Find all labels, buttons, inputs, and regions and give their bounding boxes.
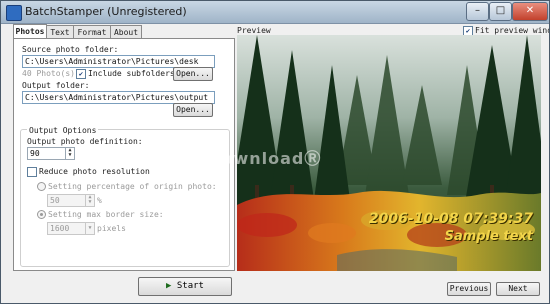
output-options-group: Output Options Output photo definition: … [20, 126, 230, 267]
spinner-arrows-icon[interactable]: ▲ ▼ [85, 195, 94, 206]
include-subfolders-label: Include subfolders [88, 69, 175, 78]
tab-format[interactable]: Format [73, 25, 111, 39]
output-options-title: Output Options [27, 126, 99, 135]
percentage-radio[interactable] [37, 182, 46, 191]
border-size-value: 1600 [50, 224, 70, 233]
definition-label: Output photo definition: [27, 137, 143, 146]
spinner-arrows-icon[interactable]: ▲ ▼ [65, 148, 74, 159]
check-icon: ✔ [78, 70, 84, 78]
previous-button[interactable]: Previous [447, 282, 491, 296]
preview-label: Preview [237, 26, 271, 35]
percentage-label: Setting percentage of origin photo: [48, 182, 217, 191]
reduce-resolution-checkbox[interactable] [27, 167, 37, 177]
definition-spinner[interactable]: 90 ▲ ▼ [27, 147, 75, 160]
reduce-resolution-label: Reduce photo resolution [39, 167, 150, 176]
include-subfolders-checkbox[interactable]: ✔ [76, 69, 86, 79]
start-button[interactable]: ▶ Start [138, 277, 232, 296]
border-size-radio[interactable] [37, 210, 46, 219]
play-icon: ▶ [166, 281, 172, 291]
app-window: BatchStamper (Unregistered) – □ ✕ Photos… [0, 0, 550, 304]
photos-panel: Source photo folder: C:\Users\Administra… [13, 38, 235, 271]
preview-area: downloadⓇ 2006-10-08 07:39:37 Sample tex… [209, 35, 541, 271]
stamp-text: Sample text [444, 229, 533, 244]
stamp-date: 2006-10-08 07:39:37 [368, 211, 533, 227]
fit-preview-label: Fit preview window [475, 26, 549, 35]
source-folder-label: Source photo folder: [22, 45, 119, 54]
percentage-unit: % [97, 196, 102, 205]
app-icon [6, 5, 22, 21]
border-size-dropdown[interactable]: 1600 ▼ [47, 222, 95, 235]
title-bar: BatchStamper (Unregistered) – □ ✕ [1, 1, 549, 24]
chevron-down-icon[interactable]: ▼ [85, 223, 94, 234]
percentage-value: 50 [50, 196, 60, 205]
tab-text[interactable]: Text [46, 25, 74, 39]
window-title: BatchStamper (Unregistered) [25, 5, 187, 18]
border-size-label: Setting max border size: [48, 210, 164, 219]
check-icon: ✔ [465, 27, 471, 35]
tab-about[interactable]: About [110, 25, 142, 39]
source-open-button[interactable]: Open... [173, 67, 213, 81]
output-folder-label: Output folder: [22, 81, 90, 90]
maximize-button[interactable]: □ [489, 2, 512, 21]
output-open-button[interactable]: Open... [173, 103, 213, 117]
minimize-button[interactable]: – [466, 2, 489, 21]
start-label: Start [176, 281, 204, 291]
close-button[interactable]: ✕ [512, 2, 548, 21]
photo-count: 40 Photo(s) [22, 69, 75, 78]
border-size-unit: pixels [97, 224, 126, 233]
definition-value: 90 [30, 149, 40, 158]
percentage-spinner[interactable]: 50 ▲ ▼ [47, 194, 95, 207]
next-button[interactable]: Next [496, 282, 540, 296]
watermark-logo: downloadⓇ [209, 149, 322, 168]
